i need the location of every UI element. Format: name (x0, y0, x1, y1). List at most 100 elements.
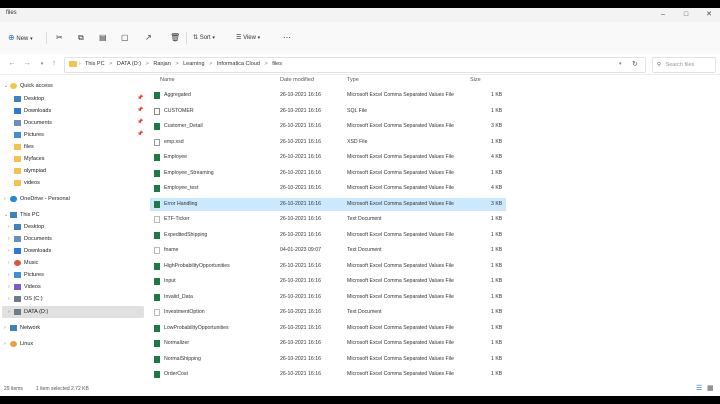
column-header-name[interactable]: Name (160, 77, 175, 83)
up-icon[interactable]: ↑ (48, 58, 60, 70)
file-row[interactable]: Invalid_Data 26-10-2021 16:16 Microsoft Ex… (150, 291, 506, 304)
file-date: 26-10-2021 16:16 (280, 309, 321, 315)
column-header-type[interactable]: Type (347, 77, 359, 83)
breadcrumb-item[interactable]: Informatica Cloud (217, 61, 260, 67)
file-row[interactable]: Employee_Streaming 26-10-2021 16:16 Micros… (150, 167, 506, 180)
file-row[interactable]: ETF-Ticker 26-10-2021 16:16 Text Document 1… (150, 213, 506, 226)
sort-button[interactable]: ⇅ Sort ▾ (193, 31, 215, 45)
nav-files[interactable]: files (14, 142, 34, 153)
nav-videos-folder[interactable]: videos (14, 178, 40, 189)
more-options-icon[interactable]: ⋯ (283, 31, 291, 45)
nav-label: Videos (24, 284, 41, 290)
file-row[interactable]: emp.xsd 26-10-2021 16:16 XSD File 1 KB (150, 136, 506, 149)
nav-documents[interactable]: Documents (14, 118, 52, 129)
nav-desktop[interactable]: Desktop (14, 94, 44, 105)
tiles-view-icon[interactable]: ▦ (707, 384, 714, 392)
nav-drive-c[interactable]: › OS (C:) (8, 294, 43, 305)
view-button[interactable]: ☰ View ▾ (236, 31, 260, 45)
view-icon: ☰ (236, 35, 242, 41)
share-icon[interactable]: ↗ (145, 31, 152, 45)
file-name: Input (164, 278, 176, 284)
refresh-icon[interactable]: ↻ (632, 60, 638, 68)
divider (186, 32, 187, 44)
file-row[interactable]: ExpeditedShipping 26-10-2021 16:16 Microso… (150, 229, 506, 242)
nav-pc-videos[interactable]: › Videos (8, 282, 41, 293)
nav-pc-documents[interactable]: › Documents (8, 234, 52, 245)
nav-linux[interactable]: › Linux (4, 339, 33, 350)
breadcrumb-item[interactable]: This PC (85, 61, 105, 67)
file-type: Microsoft Excel Comma Separated Values F… (347, 200, 454, 207)
nav-quick-access[interactable]: ⌄ Quick access (4, 81, 53, 92)
nav-pc-pictures[interactable]: › Pictures (8, 270, 44, 281)
nav-pc-music[interactable]: › Music (8, 258, 38, 269)
forward-icon[interactable]: → (21, 58, 33, 70)
file-type: Microsoft Excel Comma Separated Values F… (347, 92, 454, 98)
close-button[interactable]: ✕ (698, 8, 720, 22)
chevron-down-icon[interactable]: ▾ (619, 61, 622, 67)
nav-pc-downloads[interactable]: › Downloads (8, 246, 51, 257)
file-row[interactable]: fname 04-01-2023 09:07 Text Document 1 KB (150, 244, 506, 257)
new-button[interactable]: ⊕ New ▾ (8, 31, 33, 45)
file-row[interactable]: OrderCost 26-10-2021 16:16 Microsoft Excel… (150, 368, 506, 381)
nav-network[interactable]: › Network (4, 323, 40, 334)
breadcrumb-item[interactable]: DATA (D:) (117, 61, 141, 67)
breadcrumb-separator: > (109, 61, 113, 67)
sort-label: Sort (199, 35, 211, 41)
file-row[interactable]: InvestmentOption 26-10-2021 16:16 Text Doc… (150, 306, 506, 319)
paste-icon[interactable]: ▤ (99, 31, 107, 45)
cut-icon[interactable]: ✂ (56, 31, 63, 45)
maximize-button[interactable]: □ (675, 8, 697, 22)
nav-label: Desktop (24, 96, 45, 102)
address-bar-row: ← → ▾ ↑ › This PC > DATA (D:) > Ranjan >… (0, 54, 720, 75)
file-date: 26-10-2021 16:16 (280, 371, 321, 377)
nav-label: olympiad (24, 168, 47, 174)
file-name: Aggregated (164, 92, 191, 98)
file-row[interactable]: LowProbabilityOpportunities 26-10-2021 16… (150, 322, 506, 335)
rename-icon[interactable]: ▢ (121, 31, 129, 45)
nav-onedrive[interactable]: › OneDrive - Personal (4, 194, 70, 205)
pin-icon: 📌 (137, 95, 144, 101)
file-row[interactable]: Error Handling 26-10-2021 16:16 Microsoft … (150, 197, 506, 211)
file-row[interactable]: HighProbabilityOpportunities 26-10-2021 1… (150, 260, 506, 273)
file-row[interactable]: Employee_test 26-10-2021 16:16 Microsoft E… (150, 182, 506, 195)
back-icon[interactable]: ← (6, 58, 18, 70)
file-date: 26-10-2021 16:16 (280, 107, 321, 114)
recent-locations-icon[interactable]: ▾ (36, 58, 48, 70)
file-row[interactable]: Normalizer 26-10-2021 16:16 Microsoft Exce… (150, 337, 506, 350)
nav-label: Documents (24, 120, 52, 126)
nav-pictures[interactable]: Pictures (14, 130, 44, 141)
chevron-down-icon: ▾ (212, 35, 215, 41)
nav-myfaces[interactable]: Myfaces (14, 154, 44, 165)
file-date: 26-10-2021 16:16 (280, 169, 321, 176)
nav-downloads[interactable]: Downloads (14, 106, 51, 117)
column-header-size[interactable]: Size (470, 77, 481, 83)
navigation-pane: ⌄ Quick access Desktop 📌 Downloads 📌 Docume… (0, 75, 146, 383)
search-input[interactable]: ⚲ Search files (652, 57, 716, 73)
nav-label: Music (24, 260, 39, 266)
copy-icon[interactable]: ⧉ (78, 31, 84, 45)
desktop-icon (14, 223, 21, 230)
chevron-down-icon: ▾ (30, 36, 33, 42)
nav-drive-d[interactable]: › DATA (D:) (8, 307, 48, 318)
file-row[interactable]: CUSTOMER 26-10-2021 16:16 SQL File 1 KB (150, 105, 506, 118)
xsd-file-icon (154, 138, 160, 146)
column-header-date[interactable]: Date modified (280, 77, 314, 83)
file-row[interactable]: Customer_Detail 26-10-2021 16:16 Microsoft… (150, 120, 506, 133)
breadcrumb-item[interactable]: Learning (183, 61, 204, 67)
drive-icon (14, 295, 21, 302)
file-row[interactable]: Aggregated 26-10-2021 16:16 Microsoft Exce… (150, 89, 506, 102)
file-type: Microsoft Excel Comma Separated Values F… (347, 154, 454, 160)
address-bar[interactable]: › This PC > DATA (D:) > Ranjan > Learnin… (64, 57, 646, 73)
file-row[interactable]: Employee 26-10-2021 16:16 Microsoft Excel … (150, 151, 506, 164)
nav-this-pc[interactable]: ⌄ This PC (4, 210, 40, 221)
minimize-button[interactable]: – (652, 8, 674, 22)
delete-icon[interactable]: 🗑 (170, 31, 180, 45)
details-view-icon[interactable]: ☰ (696, 384, 702, 392)
file-row[interactable]: NormalShipping 26-10-2021 16:16 Microsoft … (150, 353, 506, 366)
nav-pc-desktop[interactable]: › Desktop (8, 222, 44, 233)
csv-file-icon (154, 154, 160, 161)
breadcrumb-item[interactable]: files (272, 61, 282, 67)
file-row[interactable]: Input 26-10-2021 16:16 Microsoft Excel Com… (150, 275, 506, 288)
nav-olympiad[interactable]: olympiad (14, 166, 46, 177)
breadcrumb-item[interactable]: Ranjan (153, 61, 170, 67)
